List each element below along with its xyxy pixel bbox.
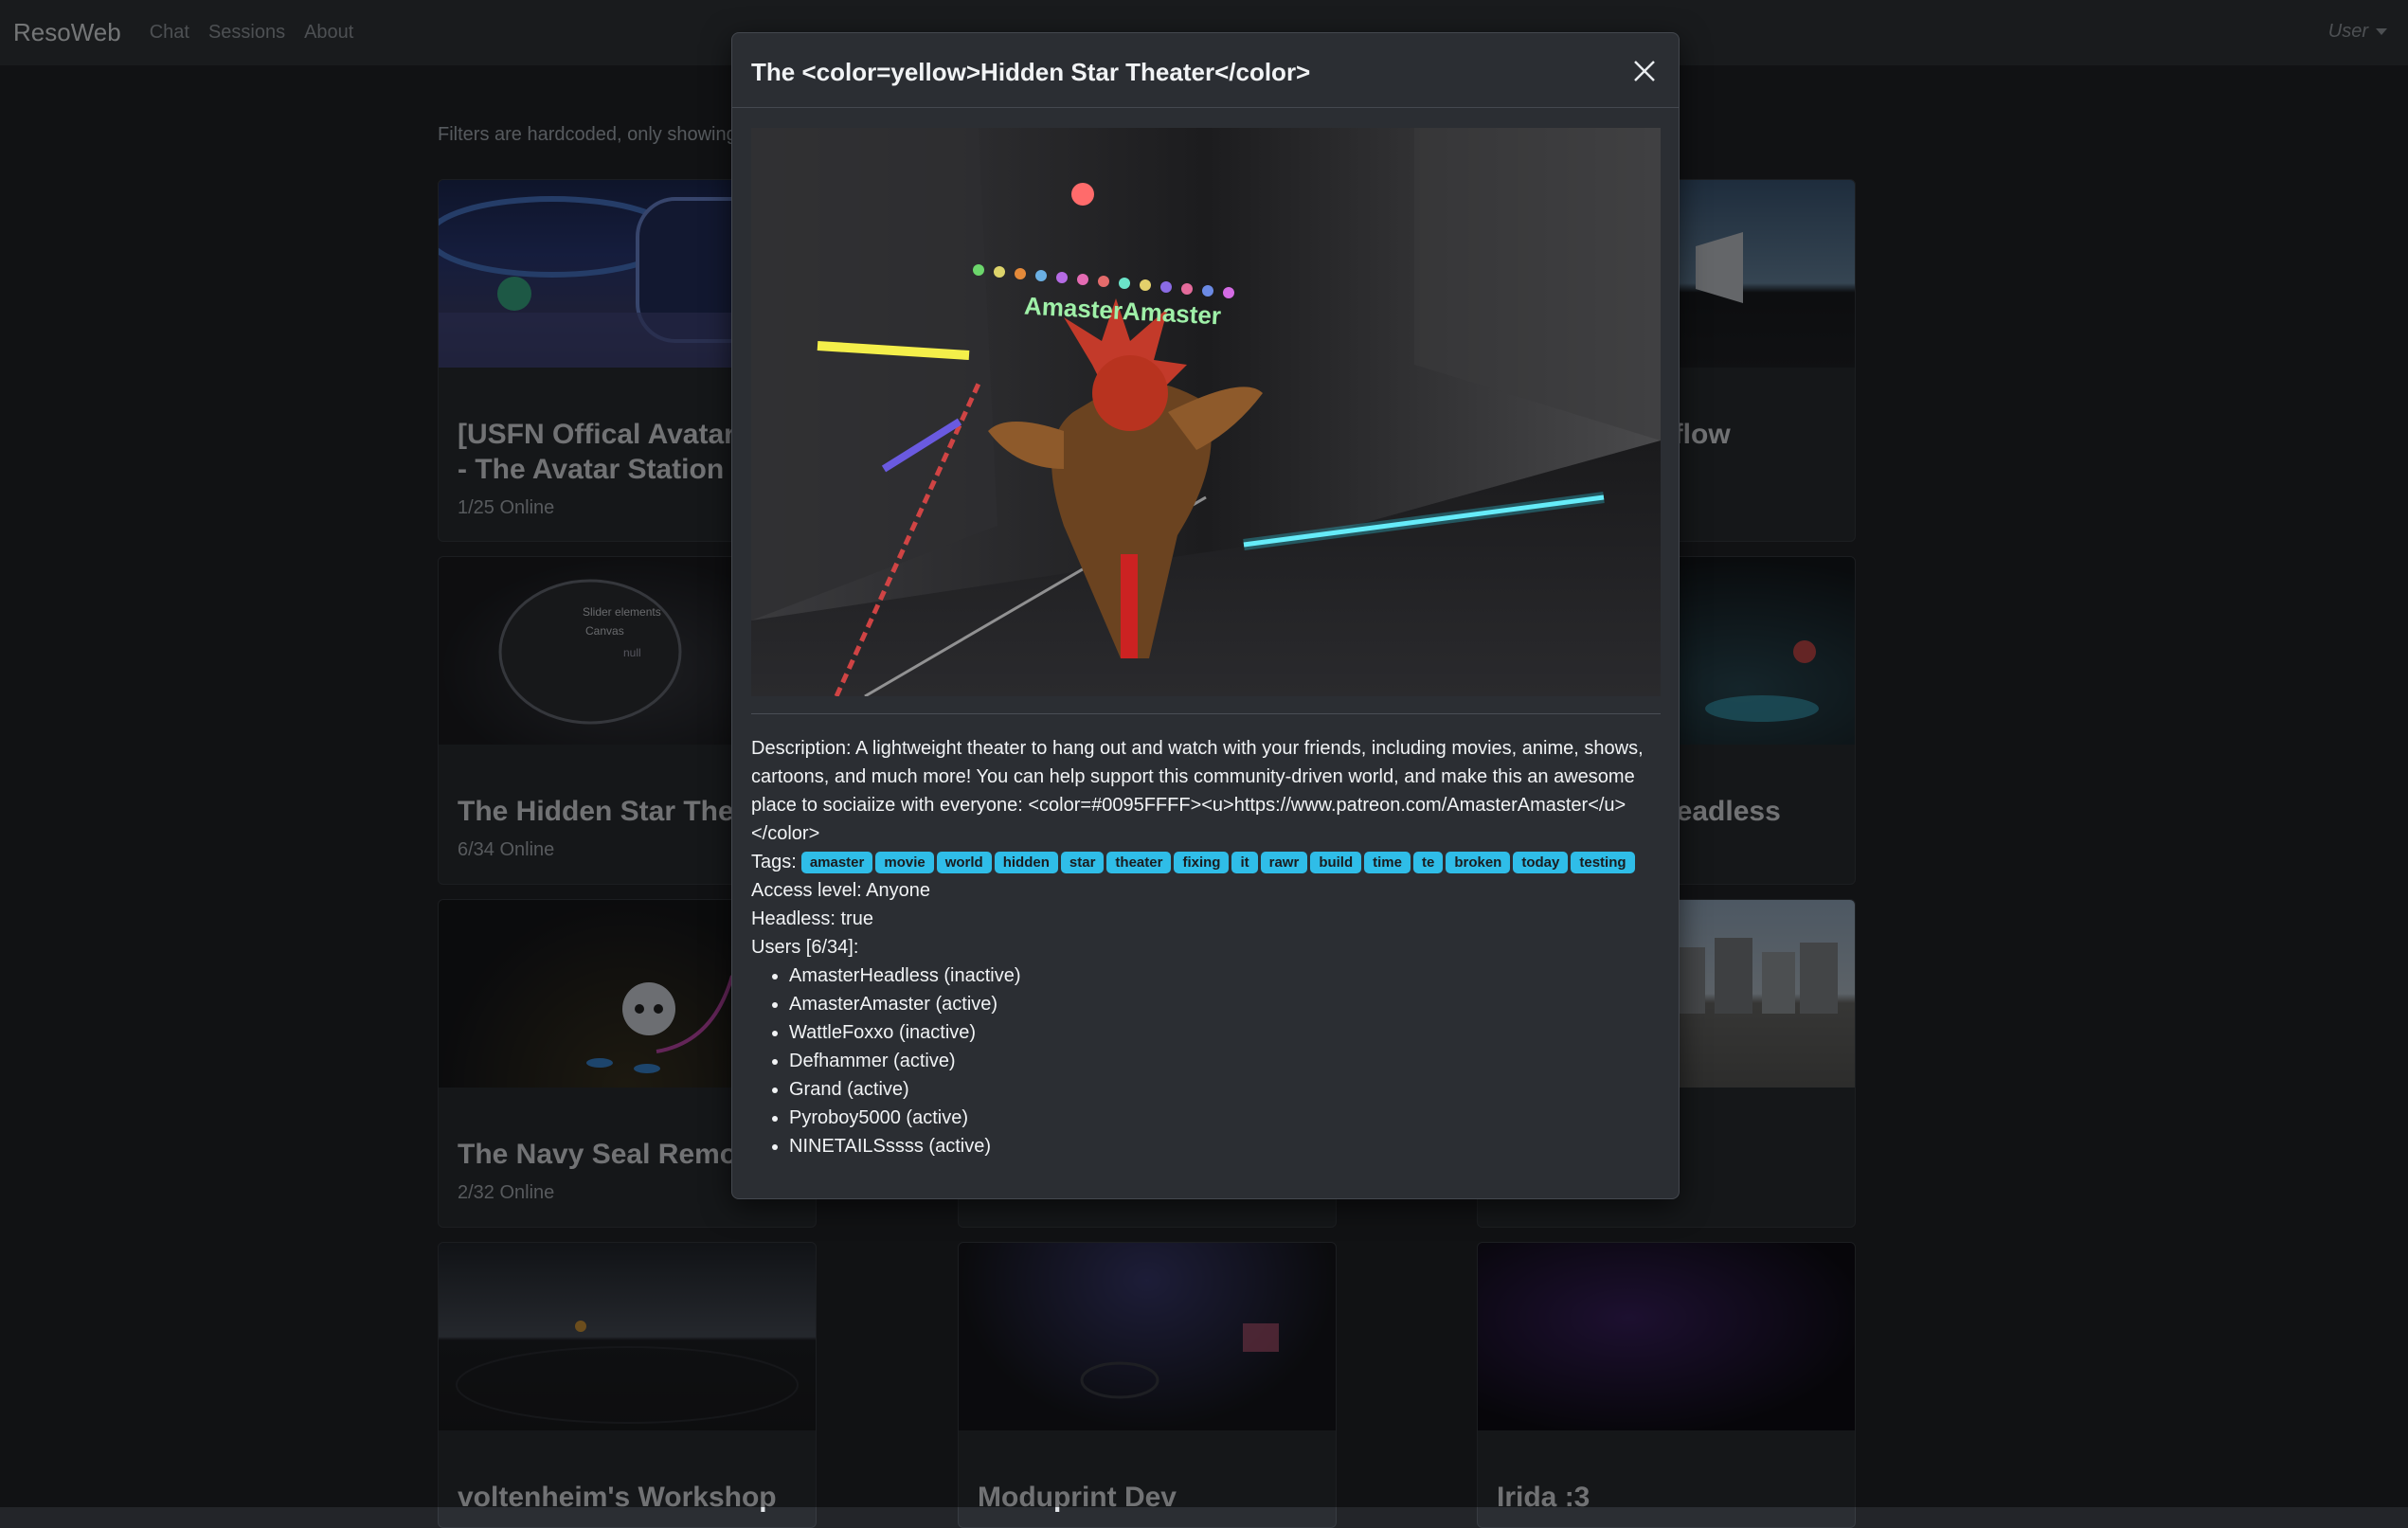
user-list-item: AmasterHeadless (inactive) [789,962,1661,990]
tag-badge: hidden [994,851,1058,873]
access-level: Access level: Anyone [751,880,930,901]
user-list-item: NINETAILSssss (active) [789,1132,1661,1160]
user-list-item: WattleFoxxo (inactive) [789,1018,1661,1047]
session-thumbnail-large: AmasterAmaster [751,128,1661,696]
tag-badge: build [1310,851,1362,873]
user-list-item: Defhammer (active) [789,1047,1661,1075]
tag-badge: theater [1106,851,1172,873]
tag-list: Tags: amaster movie world hidden star th… [751,848,1661,876]
session-details-modal: The <color=yellow>Hidden Star Theater</c… [731,32,1680,1199]
tag-badge: te [1412,851,1444,873]
tag-badge: world [936,851,992,873]
user-list-item: AmasterAmaster (active) [789,990,1661,1018]
tag-badge: star [1060,851,1105,873]
tag-badge: today [1513,851,1569,873]
tag-badge: broken [1446,851,1511,873]
tag-badge: fixing [1174,851,1230,873]
user-list-item: Pyroboy5000 (active) [789,1104,1661,1132]
tag-badge: rawr [1260,851,1308,873]
world-description: Description: A lightweight theater to ha… [751,738,1644,844]
users-heading: Users [6/34]: [751,937,859,958]
modal-header: The <color=yellow>Hidden Star Theater</c… [732,33,1679,108]
tag-badge: amaster [800,851,873,873]
close-button[interactable] [1631,58,1658,84]
tag-badge: testing [1571,851,1635,873]
modal-title: The <color=yellow>Hidden Star Theater</c… [751,58,1311,86]
divider [751,713,1661,714]
tag-badge: time [1364,851,1411,873]
close-icon [1634,61,1655,81]
tag-badge: movie [875,851,934,873]
modal-body: Description: A lightweight theater to ha… [751,734,1661,1160]
user-list: AmasterHeadless (inactive) AmasterAmaste… [751,962,1661,1160]
headless-status: Headless: true [751,908,873,929]
tags-label: Tags: [751,852,797,872]
user-list-item: Grand (active) [789,1075,1661,1104]
tag-badge: it [1231,851,1258,873]
world-scene-image [751,128,1661,696]
